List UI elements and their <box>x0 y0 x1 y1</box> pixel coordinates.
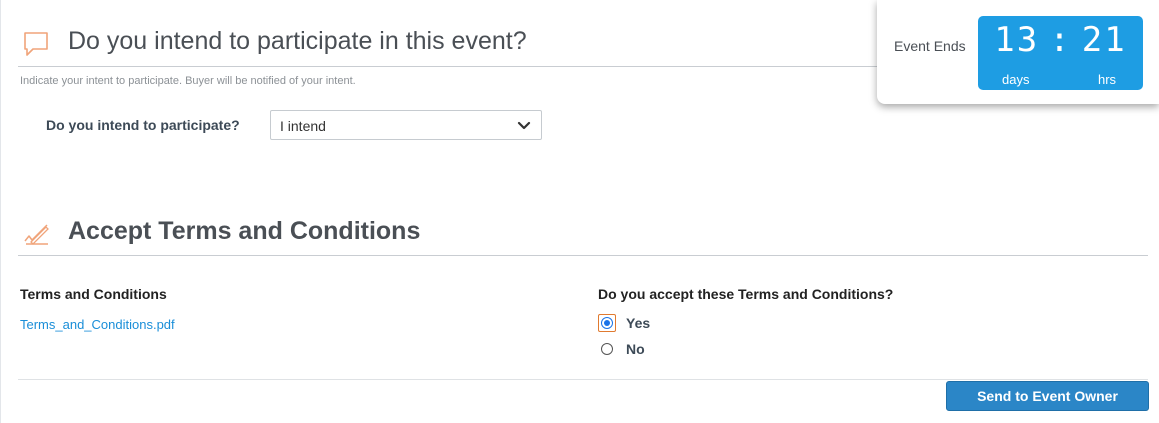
countdown-hours-value: 21 <box>1081 20 1127 60</box>
send-to-event-owner-button[interactable]: Send to Event Owner <box>946 381 1149 411</box>
countdown-digits: 13:21 <box>994 20 1127 60</box>
terms-accept-question: Do you accept these Terms and Conditions… <box>598 286 894 302</box>
countdown-days-value: 13 <box>994 20 1040 60</box>
intent-description: Indicate your intent to participate. Buy… <box>20 75 356 87</box>
countdown-days-unit: days <box>1002 72 1030 87</box>
intent-section-title: Do you intend to participate in this eve… <box>68 27 527 55</box>
accept-no-label: No <box>626 341 645 357</box>
accept-no-option[interactable]: No <box>598 340 645 358</box>
accept-yes-option[interactable]: Yes <box>598 314 650 332</box>
footer-divider <box>18 379 1148 380</box>
pencil-check-icon <box>24 224 49 245</box>
terms-section-divider <box>18 255 1148 256</box>
event-countdown-card: Event Ends 13:21 days hrs <box>877 0 1159 104</box>
radio-unchecked-icon <box>601 343 613 355</box>
terms-documents-heading: Terms and Conditions <box>20 286 167 302</box>
countdown-hours-unit: hrs <box>1098 72 1117 87</box>
accept-yes-radio[interactable] <box>598 314 616 332</box>
chevron-down-icon <box>517 121 531 130</box>
speech-bubble-icon <box>24 32 48 56</box>
accept-no-radio[interactable] <box>598 340 616 358</box>
terms-section-title: Accept Terms and Conditions <box>68 217 421 245</box>
accept-yes-label: Yes <box>626 315 651 331</box>
countdown-display: 13:21 days hrs <box>978 16 1143 90</box>
intent-question-label: Do you intend to participate? <box>46 117 240 133</box>
terms-document-link[interactable]: Terms_and_Conditions.pdf <box>20 317 175 332</box>
intent-selected-value: I intend <box>280 118 326 134</box>
left-border <box>0 0 1 423</box>
radio-checked-icon <box>601 317 613 329</box>
intent-section-divider <box>18 66 898 67</box>
intent-select[interactable]: I intend <box>270 110 542 140</box>
event-ends-label: Event Ends <box>894 38 966 54</box>
